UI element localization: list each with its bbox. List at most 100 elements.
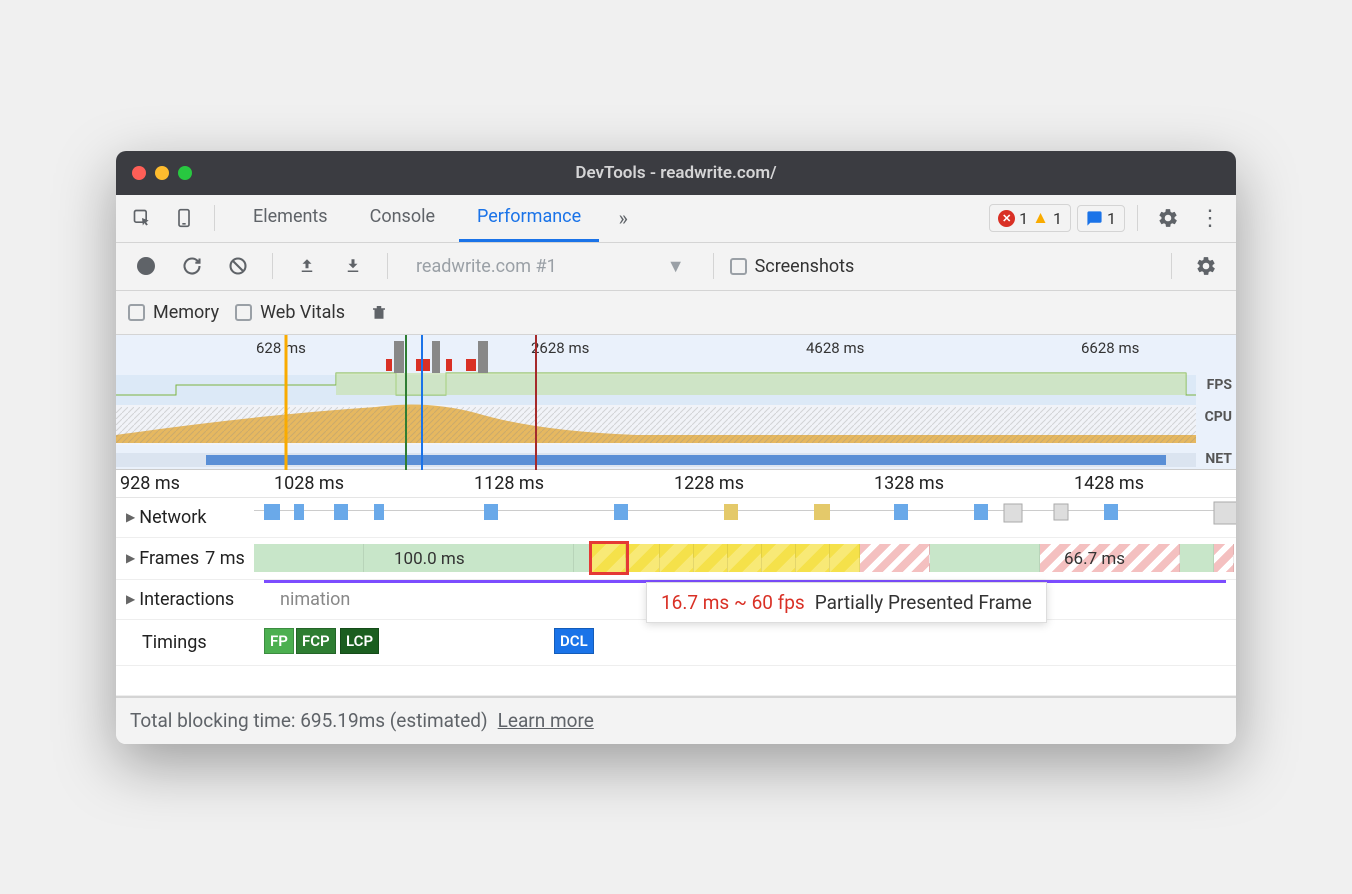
frame-block[interactable] <box>574 544 592 572</box>
memory-checkbox[interactable] <box>128 304 145 321</box>
ruler-tick: 1028 ms <box>274 473 344 494</box>
perf-settings-icon[interactable] <box>1188 248 1224 284</box>
timeline-overview[interactable]: 628 ms 2628 ms 4628 ms 6628 ms <box>116 335 1236 470</box>
screenshots-label: Screenshots <box>755 256 855 277</box>
tooltip-text: Partially Presented Frame <box>815 591 1032 614</box>
frame-block[interactable] <box>626 544 660 572</box>
divider <box>713 253 714 279</box>
frame-block[interactable] <box>660 544 694 572</box>
timings-track-label: Timings <box>116 632 254 653</box>
titlebar: DevTools - readwrite.com/ <box>116 151 1236 195</box>
frame-block-selected[interactable] <box>592 544 626 572</box>
expand-icon[interactable]: ▶ <box>126 551 135 565</box>
ruler-tick: 1428 ms <box>1074 473 1144 494</box>
interaction-text: nimation <box>280 589 350 610</box>
timing-dcl[interactable]: DCL <box>554 628 594 654</box>
upload-profile-icon[interactable] <box>289 248 325 284</box>
frame-label: 100.0 ms <box>394 549 465 569</box>
inspect-element-icon[interactable] <box>124 200 160 236</box>
maximize-window-button[interactable] <box>178 166 192 180</box>
timing-fcp[interactable]: FCP <box>296 628 336 654</box>
frames-track-label: ▶ Frames 7 ms <box>116 548 254 569</box>
close-window-button[interactable] <box>132 166 146 180</box>
settings-icon[interactable] <box>1150 200 1186 236</box>
main-tabbar: Elements Console Performance » ✕ 1 ▲ 1 1… <box>116 195 1236 243</box>
record-button[interactable] <box>128 248 164 284</box>
profile-selector-label: readwrite.com #1 <box>416 256 557 277</box>
frame-block[interactable] <box>860 544 930 572</box>
perf-toolbar: readwrite.com #1 ▼ Screenshots <box>116 243 1236 291</box>
frames-content[interactable]: 100.0 ms 66.7 ms <box>254 538 1236 579</box>
overview-lane-net: NET <box>1205 451 1232 467</box>
timeline-ruler[interactable]: 928 ms 1028 ms 1128 ms 1228 ms 1328 ms 1… <box>116 470 1236 498</box>
frame-block[interactable] <box>728 544 762 572</box>
divider <box>387 253 388 279</box>
traffic-lights <box>132 166 192 180</box>
interactions-track[interactable]: ▶ Interactions nimation 16.7 ms ~ 60 fps… <box>116 580 1236 620</box>
tab-console[interactable]: Console <box>352 194 453 242</box>
message-count: 1 <box>1107 209 1116 228</box>
messages-badge[interactable]: 1 <box>1077 205 1125 232</box>
divider <box>1137 205 1138 231</box>
panel-tabs: Elements Console Performance <box>235 194 599 242</box>
screenshots-checkbox[interactable] <box>730 258 747 275</box>
error-count: 1 <box>1019 209 1028 228</box>
expand-icon[interactable]: ▶ <box>126 592 135 606</box>
kebab-menu-icon[interactable]: ⋮ <box>1192 200 1228 236</box>
devtools-window: DevTools - readwrite.com/ Elements Conso… <box>116 151 1236 744</box>
tab-elements[interactable]: Elements <box>235 194 346 242</box>
blocking-time-text: Total blocking time: 695.19ms (estimated… <box>130 709 488 732</box>
expand-icon[interactable]: ▶ <box>126 510 135 524</box>
webvitals-label: Web Vitals <box>260 302 345 323</box>
reload-record-button[interactable] <box>174 248 210 284</box>
empty-track-area[interactable] <box>116 666 1236 696</box>
timings-track[interactable]: Timings FP FCP LCP DCL <box>116 620 1236 666</box>
overview-lane-cpu: CPU <box>1205 409 1232 425</box>
clear-button[interactable] <box>220 248 256 284</box>
footer: Total blocking time: 695.19ms (estimated… <box>116 696 1236 744</box>
window-title: DevTools - readwrite.com/ <box>116 163 1236 183</box>
message-icon <box>1086 210 1103 227</box>
frame-block[interactable] <box>1180 544 1214 572</box>
minimize-window-button[interactable] <box>155 166 169 180</box>
overview-lane-fps: FPS <box>1207 377 1232 393</box>
tab-performance[interactable]: Performance <box>459 194 599 242</box>
frame-block[interactable] <box>694 544 728 572</box>
device-toggle-icon[interactable] <box>166 200 202 236</box>
ruler-tick: 1228 ms <box>674 473 744 494</box>
divider <box>272 253 273 279</box>
frame-block[interactable] <box>1214 544 1234 572</box>
error-icon: ✕ <box>998 210 1015 227</box>
timing-fp[interactable]: FP <box>264 628 294 654</box>
frame-block[interactable] <box>930 544 1040 572</box>
network-track[interactable]: ▶ Network <box>116 498 1236 538</box>
ruler-tick: 1328 ms <box>874 473 944 494</box>
webvitals-checkbox[interactable] <box>235 304 252 321</box>
ruler-tick: 1128 ms <box>474 473 544 494</box>
warning-count: 1 <box>1053 209 1062 228</box>
garbage-collect-icon[interactable] <box>361 294 397 330</box>
interactions-track-label: ▶ Interactions <box>116 589 254 610</box>
memory-label: Memory <box>153 302 219 323</box>
frame-block[interactable] <box>796 544 830 572</box>
chevron-down-icon: ▼ <box>667 256 685 277</box>
tooltip-time: 16.7 ms ~ 60 fps <box>661 591 805 614</box>
frame-block[interactable] <box>254 544 364 572</box>
timing-lcp[interactable]: LCP <box>340 628 379 654</box>
ruler-tick: 928 ms <box>120 473 180 494</box>
overview-chart <box>116 335 1236 470</box>
frame-label: 66.7 ms <box>1064 549 1125 569</box>
learn-more-link[interactable]: Learn more <box>498 709 594 732</box>
divider <box>214 205 215 231</box>
frames-track[interactable]: ▶ Frames 7 ms 100.0 ms 66.7 ms <box>116 538 1236 580</box>
error-warning-badge[interactable]: ✕ 1 ▲ 1 <box>989 204 1071 232</box>
frame-tooltip: 16.7 ms ~ 60 fps Partially Presented Fra… <box>646 582 1047 623</box>
profile-selector[interactable]: readwrite.com #1 ▼ <box>404 256 697 277</box>
frame-block[interactable] <box>762 544 796 572</box>
warning-icon: ▲ <box>1032 208 1049 228</box>
frame-block[interactable] <box>830 544 860 572</box>
download-profile-icon[interactable] <box>335 248 371 284</box>
network-track-label: ▶ Network <box>116 507 254 528</box>
divider <box>1171 253 1172 279</box>
more-tabs-icon[interactable]: » <box>605 200 641 236</box>
